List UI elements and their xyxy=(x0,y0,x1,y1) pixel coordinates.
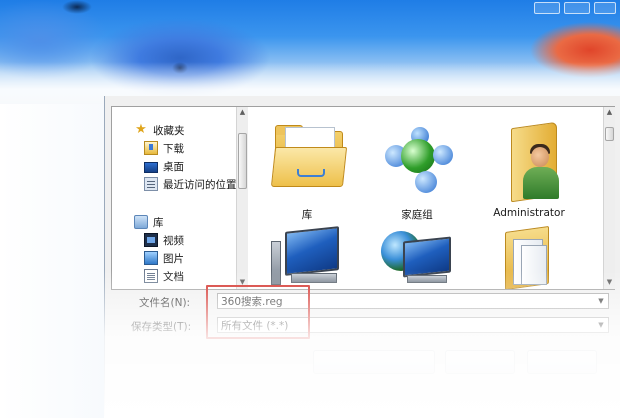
nav-item-videos[interactable]: 视频 xyxy=(144,231,236,249)
filename-input[interactable]: 360搜索.reg ▼ xyxy=(217,293,609,309)
minimize-button[interactable] xyxy=(534,2,560,14)
nav-item-documents[interactable]: 文档 xyxy=(144,267,236,285)
content-item-homegroup[interactable]: 家庭组 xyxy=(367,109,467,221)
folder-icon xyxy=(501,225,561,289)
network-icon xyxy=(377,229,457,289)
dropdown-arrow-icon[interactable]: ▼ xyxy=(594,318,608,332)
content-item-label: Administrator xyxy=(493,207,565,219)
content-item-libraries[interactable]: 库 xyxy=(257,109,357,221)
content-item-administrator[interactable]: Administrator xyxy=(479,109,579,219)
nav-item-label: 下载 xyxy=(163,142,184,155)
filetype-select[interactable]: 所有文件 (*.*) ▼ xyxy=(217,317,609,333)
user-folder-icon xyxy=(501,121,571,205)
computer-icon xyxy=(267,226,347,289)
navigation-scrollbar[interactable]: ▲ ▼ xyxy=(236,107,248,289)
dropdown-arrow-icon[interactable]: ▼ xyxy=(594,294,608,308)
nav-item-label: 图片 xyxy=(163,252,184,265)
nav-item-recent-places[interactable]: 最近访问的位置 xyxy=(144,175,236,193)
filetype-label: 保存类型(T): xyxy=(131,321,192,333)
videos-icon xyxy=(144,233,158,247)
hide-folders-button[interactable] xyxy=(313,350,435,374)
close-button[interactable] xyxy=(594,2,616,14)
filename-value: 360搜索.reg xyxy=(221,295,283,308)
nav-item-label: 最近访问的位置 xyxy=(163,178,236,191)
nav-item-label: 桌面 xyxy=(163,160,184,173)
downloads-icon xyxy=(144,141,158,155)
content-item-folder[interactable] xyxy=(479,225,579,289)
browser-panes: ★ 收藏夹 下载 桌面 最近访问的位置 库 视频 图片 文档 ▲ ▼ 库 家庭组… xyxy=(111,106,615,290)
content-item-label: 家庭组 xyxy=(401,209,433,221)
nav-item-libraries[interactable]: 库 xyxy=(134,213,236,231)
save-button[interactable] xyxy=(445,350,515,374)
content-scrollbar[interactable]: ▲ ▼ xyxy=(603,107,615,289)
scroll-up-arrow-icon[interactable]: ▲ xyxy=(604,107,615,118)
filename-label: 文件名(N): xyxy=(139,297,191,309)
scroll-down-arrow-icon[interactable]: ▼ xyxy=(604,277,615,288)
background-window-body xyxy=(0,104,104,418)
scrollbar-thumb[interactable] xyxy=(238,133,247,189)
nav-item-downloads[interactable]: 下载 xyxy=(144,139,236,157)
nav-item-label: 收藏夹 xyxy=(153,124,185,137)
nav-item-desktop[interactable]: 桌面 xyxy=(144,157,236,175)
documents-icon xyxy=(144,269,158,283)
star-icon: ★ xyxy=(135,122,147,137)
navigation-pane: ★ 收藏夹 下载 桌面 最近访问的位置 库 视频 图片 文档 xyxy=(112,107,236,289)
pictures-icon xyxy=(144,251,158,265)
scroll-down-arrow-icon[interactable]: ▼ xyxy=(237,277,248,288)
scrollbar-thumb[interactable] xyxy=(605,127,614,141)
filetype-value: 所有文件 (*.*) xyxy=(221,319,289,332)
recent-places-icon xyxy=(144,177,158,191)
nav-item-label: 文档 xyxy=(163,270,184,283)
background-blur-mark xyxy=(62,0,92,14)
nav-item-label: 库 xyxy=(153,216,164,229)
content-item-network[interactable] xyxy=(367,229,467,289)
homegroup-icon xyxy=(381,125,455,197)
nav-item-favorites[interactable]: ★ 收藏夹 xyxy=(134,121,236,139)
library-icon xyxy=(134,215,148,229)
cancel-button[interactable] xyxy=(527,350,597,374)
desktop-icon xyxy=(144,161,158,173)
save-as-dialog: ★ 收藏夹 下载 桌面 最近访问的位置 库 视频 图片 文档 ▲ ▼ 库 家庭组… xyxy=(104,96,620,418)
content-item-label: 库 xyxy=(301,209,313,221)
nav-item-label: 视频 xyxy=(163,234,184,247)
maximize-button[interactable] xyxy=(564,2,590,14)
libraries-folder-icon xyxy=(270,125,348,189)
scroll-up-arrow-icon[interactable]: ▲ xyxy=(237,107,248,118)
nav-item-pictures[interactable]: 图片 xyxy=(144,249,236,267)
content-pane: 库 家庭组 Administrator xyxy=(249,107,603,289)
content-item-computer[interactable] xyxy=(257,226,357,289)
